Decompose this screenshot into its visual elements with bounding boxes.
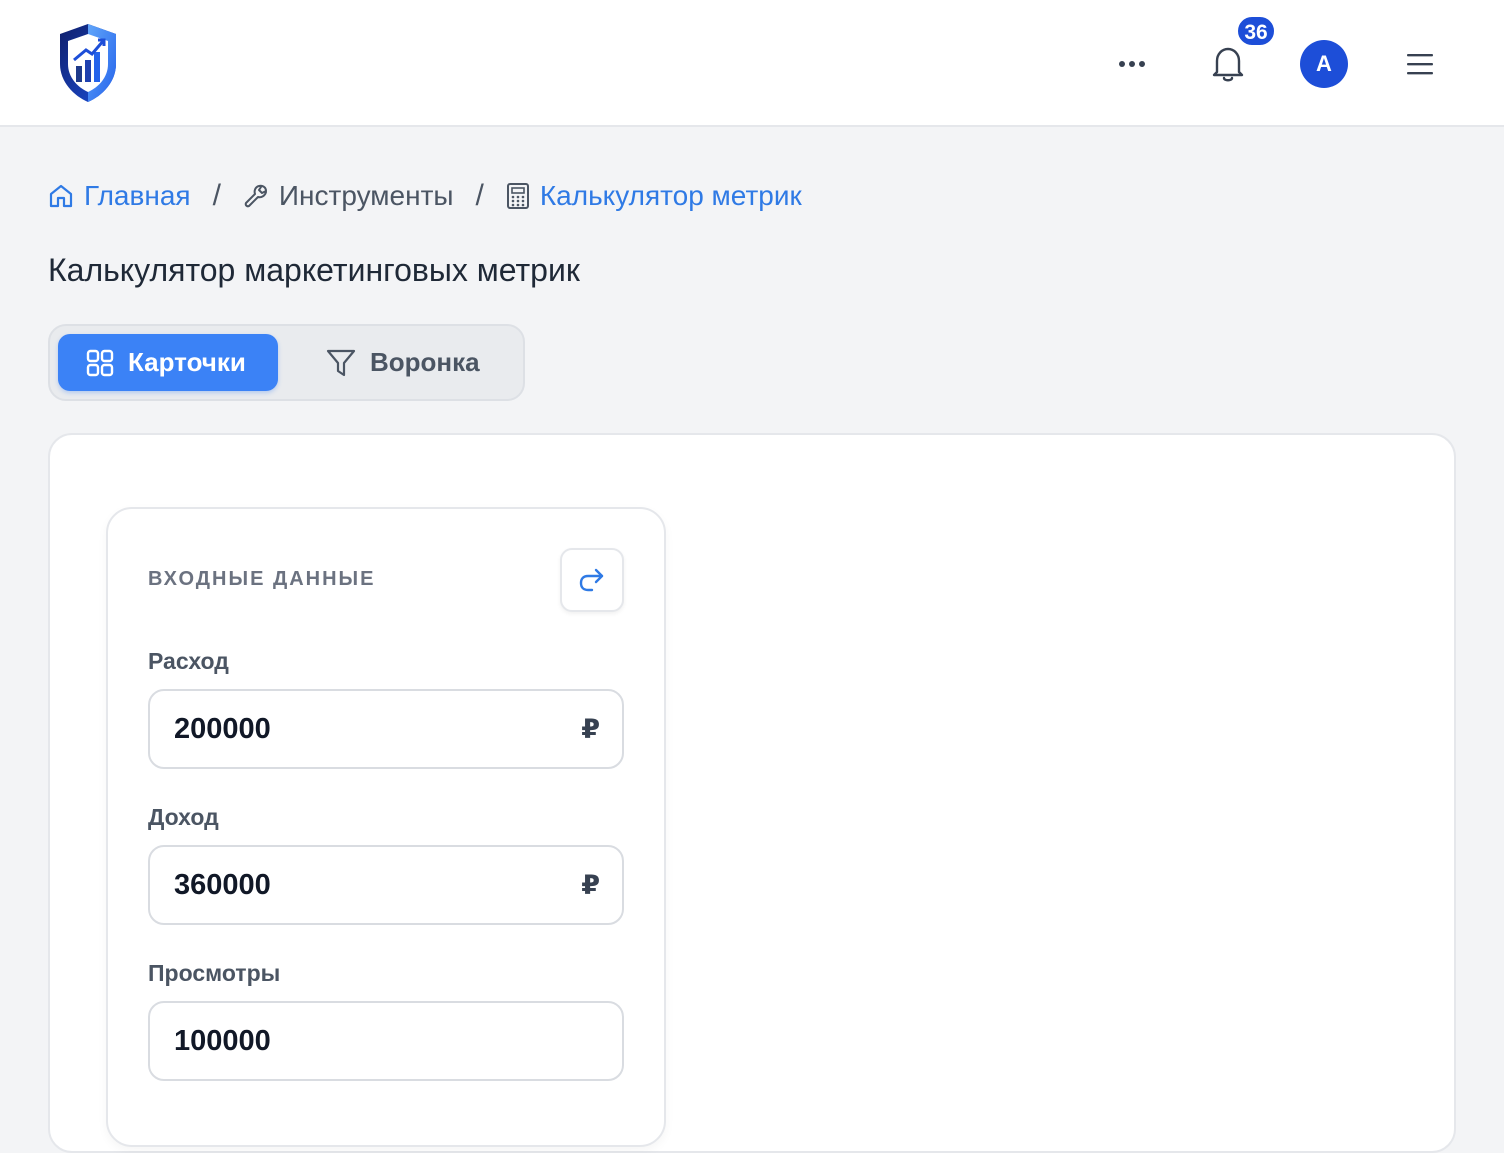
top-bar: 36 A	[0, 0, 1504, 127]
home-icon	[49, 184, 73, 208]
income-input[interactable]: 360000 ₽	[148, 845, 624, 925]
income-value: 360000	[174, 868, 271, 901]
tab-funnel[interactable]: Воронка	[326, 334, 506, 391]
wrench-icon	[244, 184, 267, 208]
notification-count-badge: 36	[1236, 15, 1276, 47]
expense-value: 200000	[174, 712, 271, 745]
reset-button[interactable]	[560, 548, 624, 612]
tab-funnel-label: Воронка	[370, 347, 480, 377]
grid-icon	[86, 349, 114, 376]
expense-label: Расход	[148, 648, 229, 674]
breadcrumb-tools-label: Инструменты	[278, 180, 454, 211]
breadcrumb: Главная / Инструменты / Калькулятор метр…	[48, 176, 802, 216]
logo-shield-icon[interactable]	[56, 20, 120, 106]
views-value: 100000	[174, 1024, 271, 1057]
input-section-title: ВХОДНЫЕ ДАННЫЕ	[148, 568, 376, 590]
views-input[interactable]: 100000	[148, 1001, 624, 1081]
breadcrumb-current-label: Калькулятор метрик	[539, 180, 802, 211]
income-label: Доход	[148, 804, 219, 830]
tab-cards-label: Карточки	[128, 347, 246, 377]
hamburger-menu-icon[interactable]	[1396, 40, 1444, 88]
user-avatar[interactable]: A	[1300, 40, 1348, 88]
tab-cards[interactable]: Карточки	[58, 334, 278, 391]
breadcrumb-home-label: Главная	[84, 180, 191, 211]
breadcrumb-tools[interactable]: Инструменты	[243, 180, 454, 212]
views-label: Просмотры	[148, 960, 281, 986]
redo-arrow-icon	[579, 568, 604, 592]
page-title: Калькулятор маркетинговых метрик	[48, 252, 580, 288]
more-options-icon[interactable]	[1108, 40, 1156, 88]
breadcrumb-separator: /	[212, 179, 221, 212]
breadcrumb-separator: /	[475, 179, 484, 212]
currency-unit: ₽	[581, 713, 600, 744]
funnel-icon	[326, 349, 356, 376]
view-tabs: Карточки Воронка	[48, 324, 525, 401]
breadcrumb-home[interactable]: Главная	[48, 180, 191, 212]
breadcrumb-current: Калькулятор метрик	[506, 180, 802, 212]
calculator-icon	[506, 183, 529, 209]
notifications-bell-icon[interactable]	[1204, 40, 1252, 88]
expense-input[interactable]: 200000 ₽	[148, 689, 624, 769]
currency-unit: ₽	[581, 869, 600, 900]
